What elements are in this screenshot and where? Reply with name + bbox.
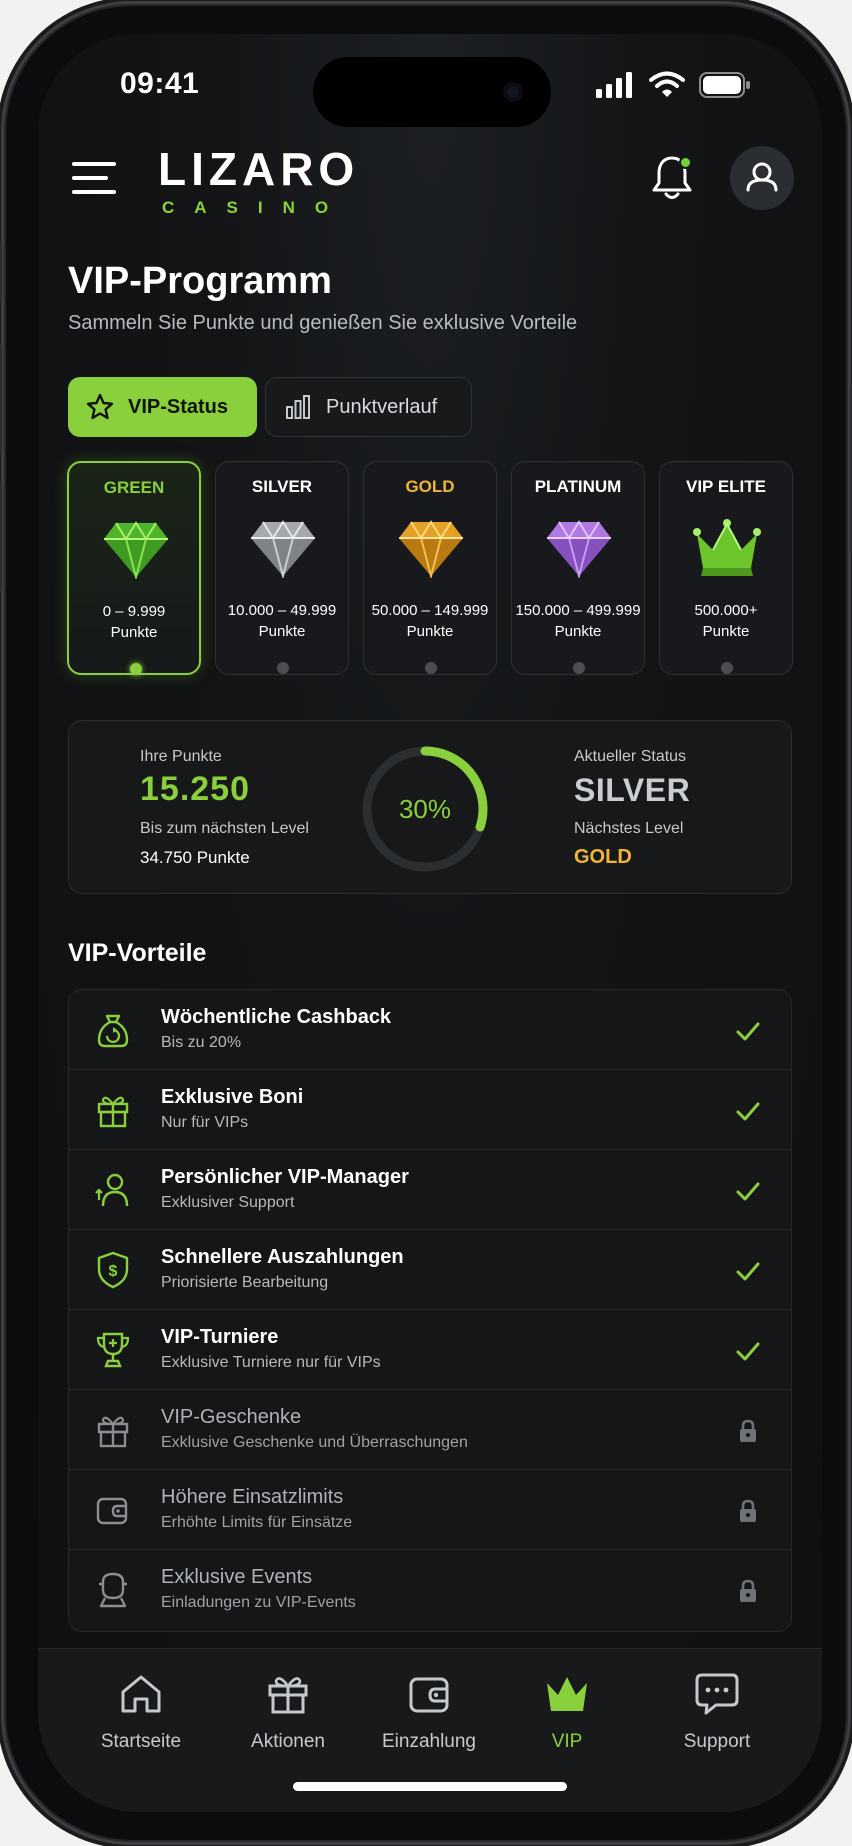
checkmark-icon: [736, 1022, 760, 1041]
checkmark-icon: [736, 1262, 760, 1281]
lock-icon: [740, 1579, 756, 1602]
next-level-points-value: 34.750 Punkte: [140, 848, 250, 867]
tier-card-gold[interactable]: GOLD 50.000 – 149.999 Punkte: [363, 461, 497, 675]
checkmark-icon: [736, 1102, 760, 1121]
shield-dollar-icon: $: [97, 1251, 129, 1289]
tier-card-vip-elite[interactable]: VIP ELITE 500.000+ Punkte: [659, 461, 793, 675]
benefit-item[interactable]: VIP-Turniere Exklusive Turniere nur für …: [69, 1310, 791, 1390]
volume-up-button: [0, 344, 2, 454]
tab-punktverlauf[interactable]: Punktverlauf: [265, 377, 472, 437]
tier-indicator-dot: [425, 662, 437, 674]
next-level-points-label: Bis zum nächsten Level: [140, 820, 309, 837]
crown-icon: [547, 1677, 587, 1711]
wallet-icon: [96, 1497, 128, 1525]
wallet-icon: [409, 1677, 449, 1713]
tier-card-green[interactable]: GREEN 0 – 9.999 Punkte: [67, 461, 201, 675]
tier-card-silver[interactable]: SILVER 10.000 – 49.999 Punkte: [215, 461, 349, 675]
checkmark-icon: [736, 1182, 760, 1201]
tab-vip-status[interactable]: VIP-Status: [68, 377, 257, 437]
chat-icon: [695, 1673, 739, 1715]
notifications-button[interactable]: [650, 154, 694, 202]
logo-wordmark: LIZARO: [158, 143, 360, 195]
tier-name: VIP ELITE: [686, 477, 766, 496]
tab-label: VIP-Status: [128, 395, 229, 418]
dynamic-island: [313, 57, 551, 127]
benefit-item-locked[interactable]: VIP-Geschenke Exklusive Geschenke und Üb…: [69, 1390, 791, 1470]
tier-range: 10.000 – 49.999 Punkte: [227, 602, 337, 640]
star-icon: [86, 393, 114, 420]
app-screen: 09:41 LIZARO CASINO VIP-Programm Sammeln…: [38, 34, 822, 1812]
cashback-bag-icon: [97, 1014, 129, 1048]
tier-name: GOLD: [405, 477, 455, 496]
points-value: 15.250: [140, 770, 250, 808]
benefits-title: VIP-Vorteile: [68, 939, 207, 967]
camera-icon: [503, 82, 523, 102]
checkmark-icon: [736, 1342, 760, 1361]
status-time: 09:41: [120, 67, 200, 100]
lock-icon: [740, 1419, 756, 1442]
benefit-item[interactable]: Exklusive Boni Nur für VIPs: [69, 1070, 791, 1150]
page-title: VIP-Programm: [68, 260, 332, 302]
notification-badge: [679, 156, 692, 169]
tier-card-platinum[interactable]: PLATINUM 150.000 – 499.999 Punkte: [511, 461, 645, 675]
trophy-icon: [96, 1332, 130, 1368]
tier-name: SILVER: [251, 477, 313, 496]
points-label: Ihre Punkte: [140, 748, 222, 765]
next-level-label: Nächstes Level: [574, 820, 684, 837]
home-indicator[interactable]: [293, 1782, 567, 1791]
manager-icon: [95, 1173, 129, 1207]
event-icon: [99, 1572, 127, 1608]
nav-item-support[interactable]: Support: [652, 1671, 782, 1753]
wifi-icon: [649, 71, 685, 97]
lock-icon: [740, 1499, 756, 1522]
brand-logo[interactable]: LIZARO CASINO: [158, 146, 358, 218]
benefit-item-locked[interactable]: Höhere Einsatzlimits Erhöhte Limits für …: [69, 1470, 791, 1550]
tier-indicator-dot: [573, 662, 585, 674]
nav-item-aktionen[interactable]: Aktionen: [223, 1671, 353, 1753]
svg-text:$: $: [109, 1263, 118, 1280]
gold-diamond-icon: [399, 520, 463, 578]
platinum-diamond-icon: [547, 520, 611, 578]
crown-icon: [693, 519, 761, 576]
tab-label: Punktverlauf: [326, 395, 438, 418]
gift-icon: [97, 1416, 129, 1448]
gift-icon: [268, 1677, 308, 1714]
benefits-list: Wöchentliche Cashback Bis zu 20% Exklusi…: [68, 989, 792, 1632]
next-level-value: GOLD: [574, 846, 632, 868]
current-status-value: SILVER: [574, 772, 691, 808]
tier-indicator-dot: [721, 662, 733, 674]
menu-icon[interactable]: [72, 160, 120, 196]
user-icon: [746, 162, 778, 192]
benefit-item[interactable]: $ Schnellere Auszahlungen Priorisierte B…: [69, 1230, 791, 1310]
nav-item-vip[interactable]: VIP: [502, 1671, 632, 1753]
cellular-signal-icon: [596, 72, 632, 98]
nav-item-startseite[interactable]: Startseite: [76, 1671, 206, 1753]
benefit-item[interactable]: Wöchentliche Cashback Bis zu 20%: [69, 990, 791, 1070]
battery-icon: [699, 72, 750, 98]
progress-percent: 30%: [398, 794, 452, 824]
green-diamond-icon: [104, 521, 168, 579]
tier-range: 500.000+ Punkte: [694, 602, 758, 640]
silver-diamond-icon: [251, 520, 315, 578]
benefit-item[interactable]: Persönlicher VIP-Manager Exklusiver Supp…: [69, 1150, 791, 1230]
mute-switch: [0, 242, 2, 302]
bar-chart-icon: [286, 395, 310, 419]
tier-indicator-dot: [277, 662, 289, 674]
home-icon: [121, 1675, 161, 1713]
profile-button[interactable]: [730, 146, 794, 210]
tier-name: PLATINUM: [534, 477, 622, 496]
tier-indicator-dot: [130, 663, 142, 675]
benefit-item-locked[interactable]: Exklusive Events Einladungen zu VIP-Even…: [69, 1550, 791, 1630]
nav-item-einzahlung[interactable]: Einzahlung: [364, 1671, 494, 1753]
tier-range: 150.000 – 499.999 Punkte: [515, 602, 641, 640]
current-status-label: Aktueller Status: [574, 748, 687, 765]
tier-range: 50.000 – 149.999 Punkte: [371, 602, 489, 640]
logo-tagline: CASINO: [162, 198, 349, 217]
tier-range: 0 – 9.999 Punkte: [102, 603, 166, 641]
phone-frame: 09:41 LIZARO CASINO VIP-Programm Sammeln…: [0, 4, 852, 1842]
page-subtitle: Sammeln Sie Punkte und genießen Sie exkl…: [68, 312, 578, 334]
volume-down-button: [0, 482, 2, 592]
tier-name: GREEN: [103, 478, 165, 497]
gift-icon: [97, 1096, 129, 1128]
